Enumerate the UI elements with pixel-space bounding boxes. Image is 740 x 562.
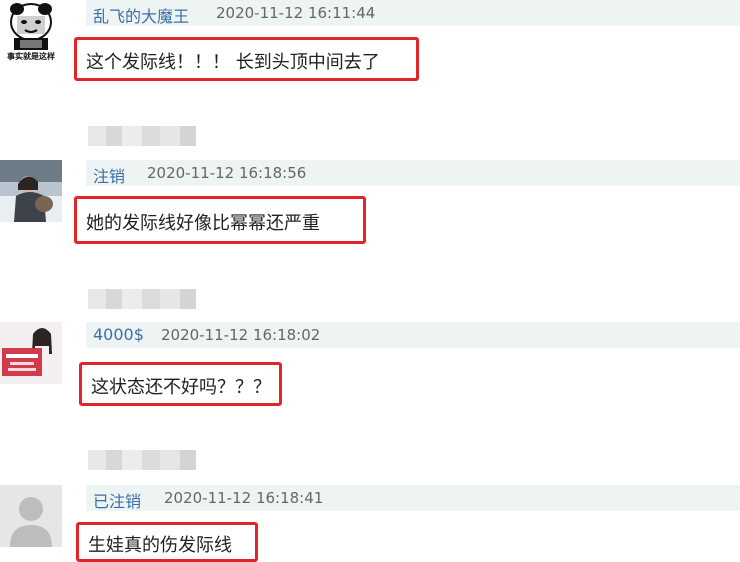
comment-meta-bar: 已注销 2020-11-12 16:18:41	[86, 485, 740, 511]
comment-content-box: 她的发际线好像比幂幂还严重	[74, 196, 366, 244]
default-user-silhouette-icon	[0, 485, 62, 547]
comment-text: 这状态还不好吗？？？	[91, 377, 271, 398]
blurred-text-placeholder	[88, 289, 196, 309]
photo-woman-with-sign-icon	[0, 322, 62, 384]
avatar[interactable]	[0, 160, 62, 222]
avatar[interactable]	[0, 322, 62, 384]
comment-content-box: 生娃真的伤发际线	[76, 522, 258, 562]
avatar[interactable]: 事实就是这样	[0, 0, 62, 62]
username[interactable]: 注销	[93, 163, 125, 187]
timestamp: 2020-11-12 16:18:56	[147, 164, 307, 182]
timestamp: 2020-11-12 16:11:44	[216, 4, 376, 22]
username[interactable]: 4000$	[93, 325, 144, 344]
photo-person-in-snow-icon	[0, 160, 62, 222]
comment-meta-bar: 4000$ 2020-11-12 16:18:02	[86, 322, 740, 348]
comment-content-box: 这个发际线！！！ 长到头顶中间去了	[74, 37, 419, 81]
blurred-text-placeholder	[88, 126, 196, 146]
comment-text: 这个发际线！！！ 长到头顶中间去了	[86, 52, 380, 73]
timestamp: 2020-11-12 16:18:41	[164, 489, 324, 507]
comment-meta-bar: 乱飞的大魔王 2020-11-12 16:11:44	[86, 0, 740, 26]
avatar-caption: 事实就是这样	[7, 52, 55, 61]
avatar[interactable]	[0, 485, 62, 547]
username[interactable]: 已注销	[93, 488, 141, 512]
comment-text: 她的发际线好像比幂幂还严重	[86, 213, 320, 234]
username[interactable]: 乱飞的大魔王	[93, 3, 189, 27]
timestamp: 2020-11-12 16:18:02	[161, 326, 321, 344]
comment-text: 生娃真的伤发际线	[88, 535, 232, 556]
comment-content-box: 这状态还不好吗？？？	[79, 362, 282, 406]
blurred-text-placeholder	[88, 450, 196, 470]
comment-meta-bar: 注销 2020-11-12 16:18:56	[86, 160, 740, 186]
